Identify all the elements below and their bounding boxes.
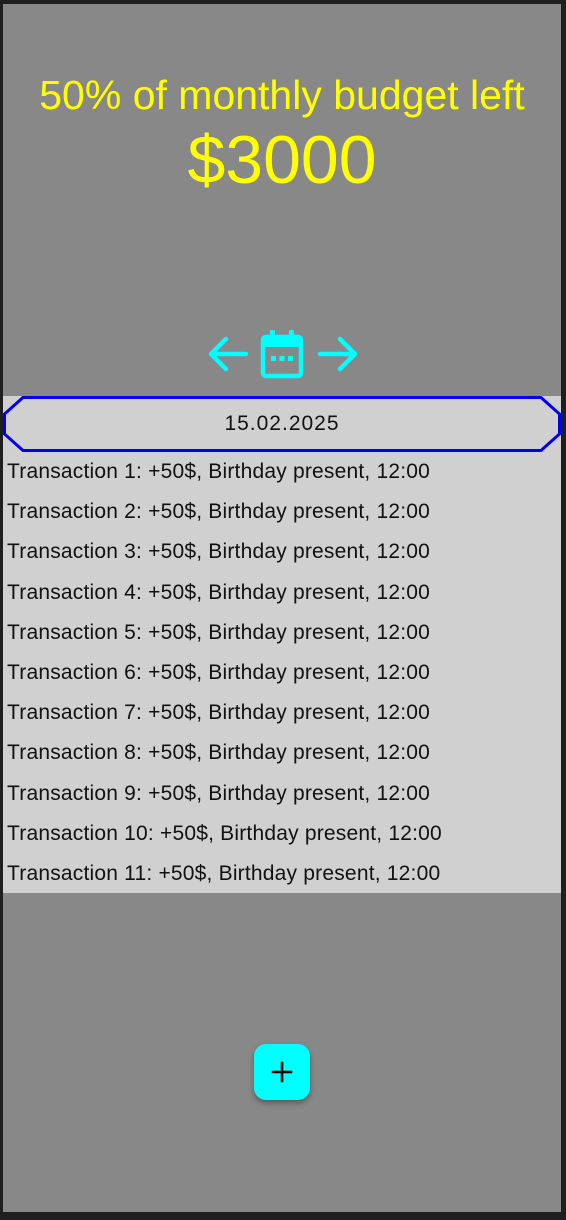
next-day-button[interactable] (313, 326, 363, 382)
transaction-list: Transaction 1: +50$, Birthday present, 1… (7, 452, 442, 894)
list-item[interactable]: Transaction 10: +50$, Birthday present, … (7, 814, 442, 854)
app-screen: 50% of monthly budget left $3000 15.02.2… (3, 4, 561, 1212)
plus-icon (271, 1061, 293, 1083)
budget-headline: 50% of monthly budget left (39, 72, 525, 118)
transactions-panel: 15.02.2025 Transaction 1: +50$, Birthday… (3, 396, 561, 893)
add-transaction-button[interactable] (254, 1044, 310, 1100)
list-item[interactable]: Transaction 2: +50$, Birthday present, 1… (7, 492, 442, 532)
list-item[interactable]: Transaction 9: +50$, Birthday present, 1… (7, 774, 442, 814)
arrow-right-icon (317, 336, 358, 372)
selected-date: 15.02.2025 (224, 412, 340, 435)
budget-amount: $3000 (187, 122, 377, 198)
list-item[interactable]: Transaction 5: +50$, Birthday present, 1… (7, 613, 442, 653)
list-item[interactable]: Transaction 8: +50$, Birthday present, 1… (7, 733, 442, 773)
list-item[interactable]: Transaction 11: +50$, Birthday present, … (7, 854, 442, 894)
date-selector[interactable]: 15.02.2025 (3, 396, 561, 452)
date-navigation (3, 326, 561, 382)
list-item[interactable]: Transaction 7: +50$, Birthday present, 1… (7, 693, 442, 733)
previous-day-button[interactable] (203, 326, 253, 382)
list-item[interactable]: Transaction 4: +50$, Birthday present, 1… (7, 573, 442, 613)
arrow-left-icon (208, 336, 249, 372)
calendar-button[interactable] (257, 326, 307, 382)
calendar-icon (260, 330, 304, 379)
list-item[interactable]: Transaction 3: +50$, Birthday present, 1… (7, 532, 442, 572)
list-item[interactable]: Transaction 1: +50$, Birthday present, 1… (7, 452, 442, 492)
list-item[interactable]: Transaction 6: +50$, Birthday present, 1… (7, 653, 442, 693)
